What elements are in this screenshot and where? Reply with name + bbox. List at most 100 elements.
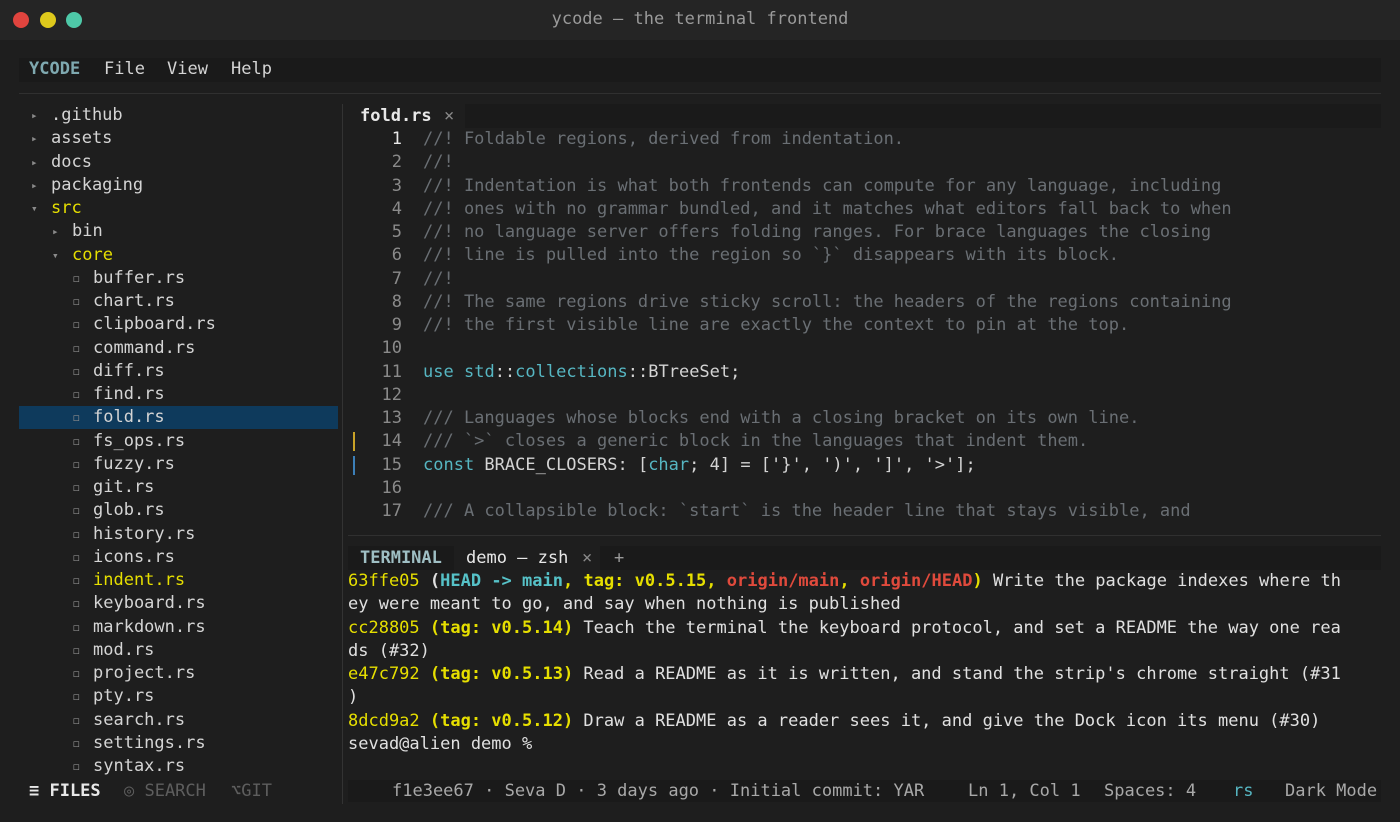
line-number: 8	[391, 291, 402, 312]
code-token: ; 4] = ['}', ')', ']', '>'];	[689, 454, 976, 475]
terminal-text: origin/main	[726, 571, 840, 591]
terminal-text: ,	[706, 571, 727, 591]
status-cursor-position[interactable]: Ln 1, Col 1	[968, 780, 1081, 802]
file-tree-file[interactable]: ◻ settings.rs	[19, 732, 338, 755]
tab-search[interactable]: ◎ SEARCH	[124, 780, 206, 802]
sidebar-divider[interactable]	[342, 104, 343, 804]
file-tree-file[interactable]: ◻ diff.rs	[19, 360, 338, 383]
file-tree-label: find.rs	[93, 384, 165, 404]
file-tree-file[interactable]: ◻ clipboard.rs	[19, 313, 338, 336]
file-tree-folder[interactable]: ▾ src	[19, 197, 338, 220]
status-theme-mode[interactable]: Dark Mode	[1285, 780, 1377, 802]
status-blame[interactable]: f1e3ee67 · Seva D · 3 days ago · Initial…	[392, 780, 924, 802]
file-tree-file[interactable]: ◻ buffer.rs	[19, 267, 338, 290]
file-tree-file[interactable]: ◻ command.rs	[19, 337, 338, 360]
code-line[interactable]: 15 const BRACE_CLOSERS: [char; 4] = ['}',…	[348, 454, 1381, 477]
code-line[interactable]: 16	[348, 477, 1381, 500]
file-tree-folder[interactable]: ▾ core	[19, 244, 338, 267]
code-line[interactable]: 9 //! the first visible line are exactly …	[348, 314, 1381, 337]
line-number: 13	[381, 408, 402, 428]
code-line[interactable]: 10	[348, 337, 1381, 360]
code-text: //! no language server offers folding ra…	[423, 221, 1211, 244]
file-tree-folder[interactable]: ▸ docs	[19, 151, 338, 174]
code-line[interactable]: 1 //! Foldable regions, derived from inde…	[348, 128, 1381, 151]
menu-file[interactable]: File	[104, 59, 145, 80]
file-tree-file[interactable]: ◻ history.rs	[19, 523, 338, 546]
code-line[interactable]: 13 /// Languages whose blocks end with a …	[348, 407, 1381, 430]
chevron-right-icon: ▸	[31, 132, 38, 146]
file-tree-file[interactable]: ◻ project.rs	[19, 662, 338, 685]
code-line[interactable]: 6 //! line is pulled into the region so `…	[348, 244, 1381, 267]
file-tree-folder[interactable]: ▸ packaging	[19, 174, 338, 197]
line-number: 16	[381, 477, 402, 498]
chevron-down-icon: ▾	[31, 202, 38, 215]
menu-view[interactable]: View	[167, 59, 208, 80]
terminal-line: )	[348, 686, 1381, 709]
code-token: BRACE_CLOSERS: [	[474, 454, 649, 475]
terminal-text: Draw a README as a reader sees it, and g…	[573, 710, 1321, 731]
code-text: //!	[423, 268, 454, 291]
close-icon[interactable]: ×	[582, 546, 592, 570]
code-token: //!	[423, 268, 454, 289]
code-line[interactable]: 7 //!	[348, 268, 1381, 291]
file-tree-file[interactable]: ◻ git.rs	[19, 476, 338, 499]
file-tree-file[interactable]: ◻ pty.rs	[19, 685, 338, 708]
terminal-tab-demo[interactable]: demo — zsh ×	[454, 546, 600, 570]
code-line[interactable]: 4 //! ones with no grammar bundled, and i…	[348, 198, 1381, 221]
file-tree-folder[interactable]: ▸ assets	[19, 127, 338, 150]
menu-help[interactable]: Help	[231, 59, 272, 80]
tab-files[interactable]: ≡ FILES	[29, 780, 101, 802]
file-tree-file[interactable]: ◻ fuzzy.rs	[19, 453, 338, 476]
status-indentation[interactable]: Spaces: 4	[1104, 780, 1196, 802]
code-token: //! ones with no grammar bundled, and it…	[423, 198, 1232, 219]
editor-tab-fold-rs[interactable]: fold.rs ×	[348, 104, 465, 128]
file-tree-file[interactable]: ◻ syntax.rs	[19, 755, 338, 778]
code-line[interactable]: 8 //! The same regions drive sticky scrol…	[348, 291, 1381, 314]
code-line[interactable]: 3 //! Indentation is what both frontends …	[348, 175, 1381, 198]
file-tree-file[interactable]: ◻ glob.rs	[19, 499, 338, 522]
file-tree-file[interactable]: ◻ chart.rs	[19, 290, 338, 313]
code-token: BTreeSet;	[648, 361, 741, 382]
file-tree-label: icons.rs	[93, 546, 175, 567]
code-token: /// A collapsible block: `start` is the …	[423, 501, 1191, 521]
line-number: 15	[381, 454, 402, 475]
file-icon: ◻	[73, 364, 80, 378]
code-token: collections	[515, 361, 628, 382]
terminal-text: ey were meant to go, and say when nothin…	[348, 594, 901, 615]
terminal-text: Read a README as it is written, and stan…	[573, 664, 1341, 684]
file-tree-file[interactable]: ◻ fold.rs	[19, 406, 338, 430]
editor-divider[interactable]	[348, 535, 1381, 536]
file-icon: ◻	[73, 481, 80, 494]
file-icon: ◻	[73, 388, 80, 401]
file-tree-label: assets	[51, 128, 113, 149]
file-tree-file[interactable]: ◻ mod.rs	[19, 639, 338, 662]
terminal-panel-label: TERMINAL	[360, 548, 442, 568]
file-tree-folder[interactable]: ▸ .github	[19, 104, 338, 127]
code-line[interactable]: 17 /// A collapsible block: `start` is th…	[348, 500, 1381, 523]
commit-hash: 63ffe05	[348, 571, 420, 591]
code-token: //! the first visible line are exactly t…	[423, 315, 1130, 335]
line-number: 3	[391, 175, 402, 196]
file-tree-folder[interactable]: ▸ bin	[19, 220, 338, 243]
tab-git[interactable]: ⌥GIT	[231, 780, 272, 802]
file-tree-file[interactable]: ◻ icons.rs	[19, 546, 338, 569]
code-editor[interactable]: 1 //! Foldable regions, derived from inde…	[348, 128, 1381, 528]
code-line[interactable]: 5 //! no language server offers folding r…	[348, 221, 1381, 244]
chevron-right-icon: ▸	[31, 178, 38, 192]
app-name-menu[interactable]: YCODE	[29, 59, 80, 80]
code-line[interactable]: 11 use std::collections::BTreeSet;	[348, 361, 1381, 384]
file-tree-file[interactable]: ◻ fs_ops.rs	[19, 430, 338, 453]
file-tree-file[interactable]: ◻ keyboard.rs	[19, 592, 338, 615]
code-line[interactable]: 2 //!	[348, 151, 1381, 174]
file-tree-file[interactable]: ◻ search.rs	[19, 709, 338, 732]
terminal-output[interactable]: 63ffe05 (HEAD -> main, tag: v0.5.15, ori…	[348, 570, 1381, 760]
file-tree-file[interactable]: ◻ markdown.rs	[19, 616, 338, 639]
file-tree-file[interactable]: ◻ find.rs	[19, 383, 338, 406]
terminal-text: main	[522, 571, 563, 591]
status-language[interactable]: rs	[1233, 780, 1253, 802]
code-line[interactable]: 12	[348, 384, 1381, 407]
close-icon[interactable]: ×	[444, 104, 454, 128]
code-line[interactable]: 14 /// `>` closes a generic block in the …	[348, 430, 1381, 453]
file-tree-file[interactable]: ◻ indent.rs	[19, 569, 338, 592]
new-terminal-button[interactable]: +	[614, 546, 624, 570]
